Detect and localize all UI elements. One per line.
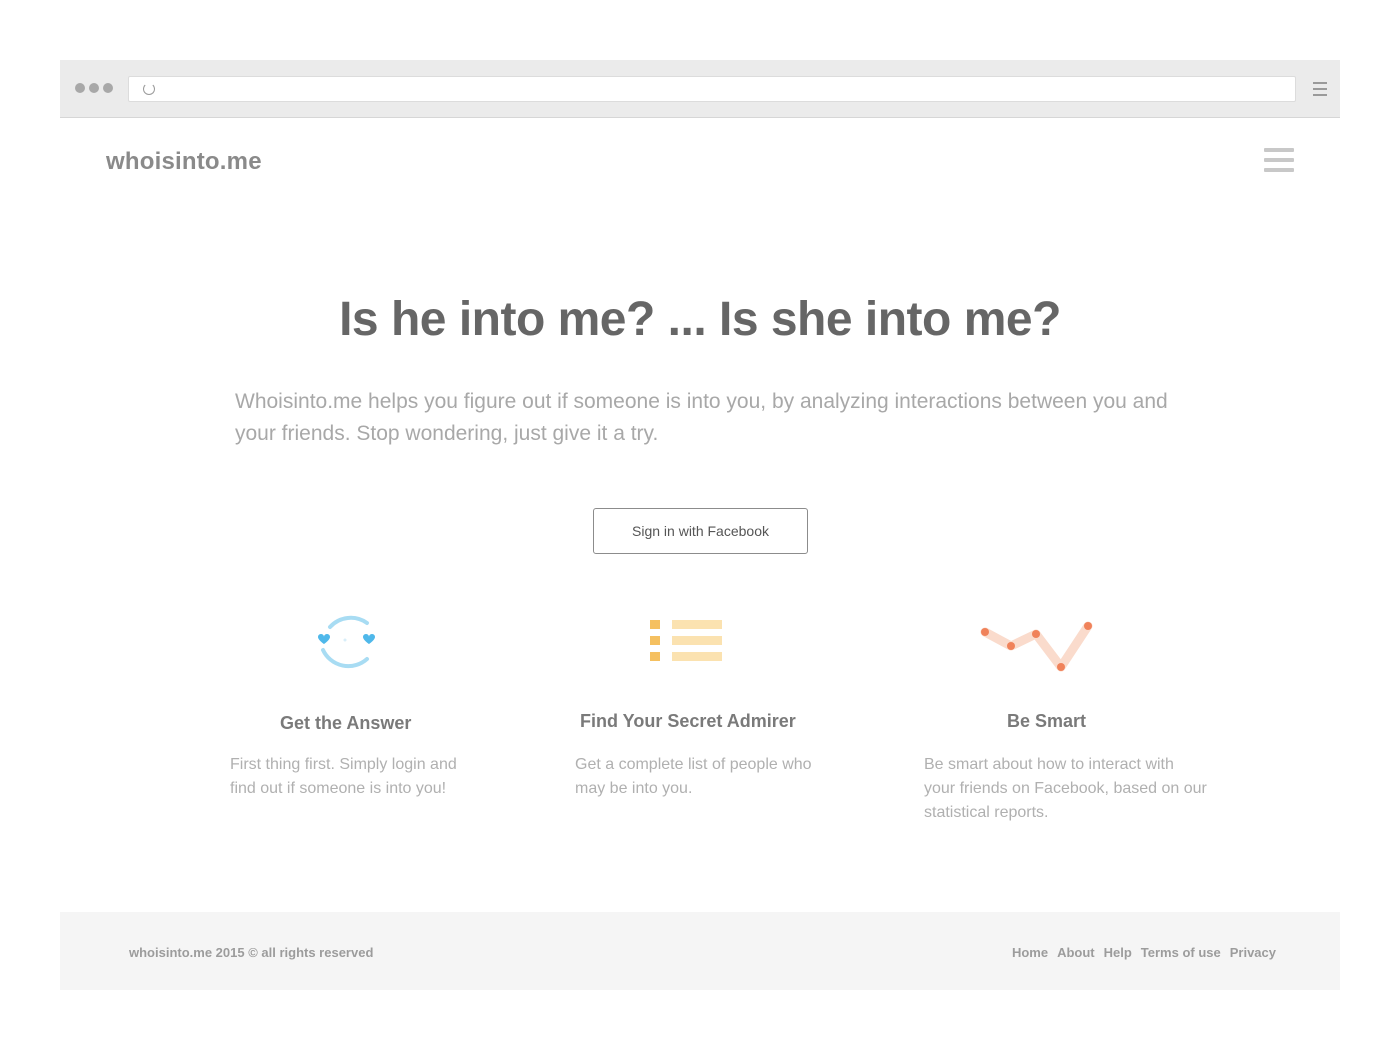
list-icon bbox=[650, 620, 722, 661]
footer-link-home[interactable]: Home bbox=[1012, 945, 1048, 960]
browser-toolbar bbox=[60, 60, 1340, 118]
footer-nav: Home About Help Terms of use Privacy bbox=[1012, 945, 1276, 960]
feature-text: First thing first. Simply login and find… bbox=[230, 756, 457, 797]
facebook-signin-button[interactable]: Sign in with Facebook bbox=[593, 508, 808, 554]
close-dot[interactable] bbox=[75, 83, 85, 93]
feature-title: Find Your Secret Admirer bbox=[580, 711, 796, 731]
site-footer: whoisinto.me 2015 © all rights reserved … bbox=[60, 912, 1340, 990]
site-logo[interactable]: whoisinto.me bbox=[106, 148, 262, 176]
window-controls bbox=[75, 83, 113, 93]
hero-subtitle: Whoisinto.me helps you figure out if som… bbox=[235, 390, 1168, 445]
footer-link-help[interactable]: Help bbox=[1104, 945, 1132, 960]
feature-title: Get the Answer bbox=[280, 713, 412, 733]
browser-window: whoisinto.me Is he into me? ... Is she i… bbox=[60, 60, 1340, 990]
copyright-text: whoisinto.me 2015 © all rights reserved bbox=[129, 945, 374, 960]
browser-menu-icon[interactable] bbox=[1313, 82, 1327, 100]
footer-link-privacy[interactable]: Privacy bbox=[1230, 945, 1276, 960]
address-bar[interactable] bbox=[128, 76, 1296, 102]
reload-icon[interactable] bbox=[143, 83, 155, 95]
feature-text: Get a complete list of people who may be… bbox=[575, 756, 812, 797]
minimize-dot[interactable] bbox=[89, 83, 99, 93]
feature-title: Be Smart bbox=[1007, 711, 1087, 731]
line-chart-icon bbox=[980, 621, 1093, 672]
site-header: whoisinto.me bbox=[60, 118, 1340, 208]
maximize-dot[interactable] bbox=[103, 83, 113, 93]
hero-title: Is he into me? ... Is she into me? bbox=[339, 293, 1061, 346]
feature-text: Be smart about how to interact with your… bbox=[924, 756, 1207, 821]
footer-link-terms[interactable]: Terms of use bbox=[1141, 945, 1221, 960]
hamburger-menu-icon[interactable] bbox=[1264, 148, 1294, 178]
footer-link-about[interactable]: About bbox=[1057, 945, 1095, 960]
hearts-cycle-icon bbox=[318, 615, 375, 669]
